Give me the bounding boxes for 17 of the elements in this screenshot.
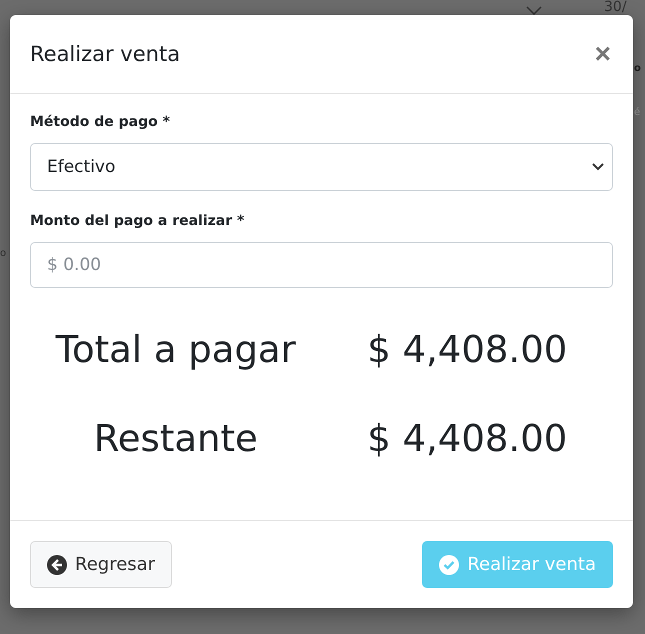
- background-text: o: [634, 64, 641, 74]
- total-amount: $ 4,408.00: [366, 417, 568, 460]
- payment-method-select[interactable]: Efectivo: [30, 143, 613, 191]
- total-label: Restante: [92, 417, 259, 460]
- total-label: Total a pagar: [54, 328, 297, 371]
- back-button[interactable]: Regresar: [30, 541, 172, 588]
- total-amount: $ 4,408.00: [366, 328, 568, 371]
- background-text: 30/: [604, 0, 627, 14]
- modal-title: Realizar venta: [30, 42, 180, 66]
- arrow-left-icon: [47, 554, 67, 574]
- amount-input[interactable]: $ 0.00: [30, 242, 613, 288]
- check-circle-icon: [439, 554, 460, 574]
- field-label: Método de pago *: [30, 114, 171, 130]
- field-label: Monto del pago a realizar *: [30, 213, 246, 229]
- chevron-down-icon: [526, 6, 542, 15]
- close-button[interactable]: ×: [592, 38, 613, 70]
- chevron-down-icon: [592, 163, 604, 171]
